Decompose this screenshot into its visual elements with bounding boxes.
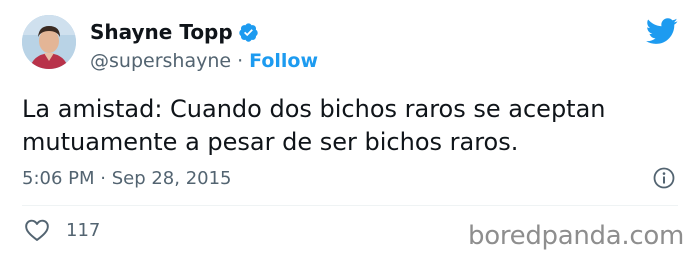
twitter-bird-icon[interactable] (646, 18, 678, 45)
info-icon[interactable] (652, 166, 676, 190)
tweet-timestamp[interactable]: 5:06 PM · Sep 28, 2015 (22, 167, 232, 191)
tweet-text-line: mutuamente a pesar de ser bichos raros. (22, 128, 519, 156)
display-name[interactable]: Shayne Topp (90, 20, 233, 44)
verified-badge-icon (238, 22, 258, 42)
tweet-text: La amistad: Cuando dos bichos raros se a… (22, 93, 682, 159)
separator-dot: · (237, 50, 244, 72)
avatar[interactable] (22, 15, 76, 69)
follow-button[interactable]: Follow (249, 49, 318, 73)
divider (22, 205, 678, 206)
tweet-text-line: La amistad: Cuando dos bichos raros se a… (22, 95, 606, 123)
author-name-row: Shayne Topp (90, 20, 259, 44)
boredpanda-watermark: boredpanda.com (468, 221, 684, 251)
author-handle[interactable]: @supershayne (90, 49, 231, 73)
avatar-image (22, 15, 76, 69)
like-count: 117 (66, 219, 101, 241)
heart-icon[interactable] (24, 218, 50, 242)
tweet-card: Shayne Topp @supershayne · Follow La ami… (0, 0, 700, 257)
like-action[interactable]: 117 (24, 218, 100, 242)
author-handle-row: @supershayne · Follow (90, 49, 318, 73)
